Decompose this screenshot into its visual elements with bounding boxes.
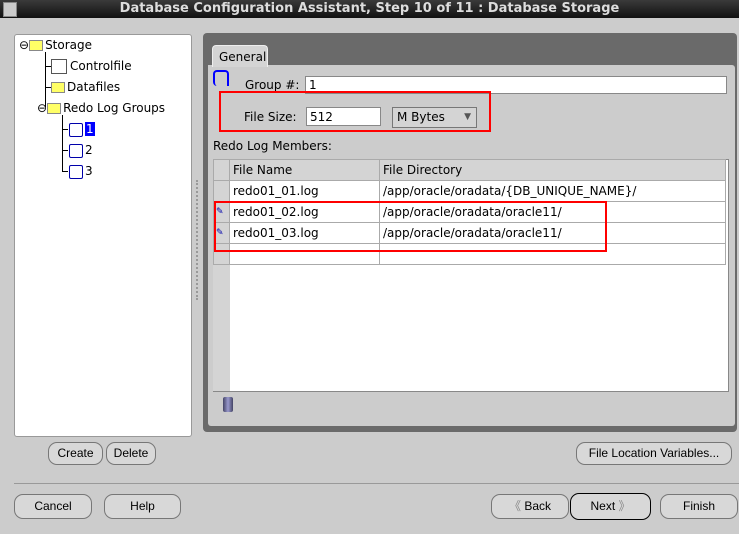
window-title: Database Configuration Assistant, Step 1… xyxy=(119,1,620,16)
file-location-variables-button[interactable]: File Location Variables... xyxy=(576,442,732,465)
members-label: Redo Log Members: xyxy=(213,139,332,153)
redo-group-icon xyxy=(69,143,83,158)
group-label: Group #: xyxy=(245,78,300,92)
collapse-icon[interactable]: ⊖ xyxy=(37,101,47,115)
tab-general[interactable]: General xyxy=(212,45,268,67)
redo-group-icon xyxy=(213,70,229,86)
tree-item-label: 2 xyxy=(85,143,93,157)
tree-item-label: Redo Log Groups xyxy=(63,101,166,115)
tree-item-storage[interactable]: ⊖ Storage xyxy=(19,37,92,53)
next-button[interactable]: Next 》 xyxy=(570,493,651,520)
cancel-button[interactable]: Cancel xyxy=(14,494,92,519)
tree-item-label: Datafiles xyxy=(67,80,121,94)
tree-item-group-2[interactable]: 2 xyxy=(69,142,93,158)
splitter-handle[interactable] xyxy=(196,180,200,300)
redo-group-icon xyxy=(69,122,83,137)
tree-item-controlfile[interactable]: Controlfile xyxy=(51,58,132,74)
column-header-file-name[interactable]: File Name xyxy=(229,159,380,181)
row-header xyxy=(213,180,230,202)
highlight-box xyxy=(214,201,607,252)
file-name-cell[interactable]: redo01_01.log xyxy=(229,180,380,202)
back-button[interactable]: 《 Back xyxy=(491,494,569,519)
chevron-right-icon: 》 xyxy=(615,499,631,513)
title-bar: Database Configuration Assistant, Step 1… xyxy=(0,0,739,18)
tree-item-datafiles[interactable]: Datafiles xyxy=(51,79,120,95)
tree-item-label: 3 xyxy=(85,164,93,178)
tree-item-group-3[interactable]: 3 xyxy=(69,163,93,179)
help-button[interactable]: Help xyxy=(104,494,181,519)
chevron-left-icon: 《 xyxy=(508,499,525,513)
tree-item-group-1[interactable]: 1 xyxy=(69,121,95,137)
back-label: Back xyxy=(524,499,552,513)
table-row[interactable]: redo01_01.log/app/oracle/oradata/{DB_UNI… xyxy=(213,180,726,202)
collapse-icon[interactable]: ⊖ xyxy=(19,38,29,52)
tree-item-redo-log-groups[interactable]: ⊖ Redo Log Groups xyxy=(37,100,165,116)
row-header-corner xyxy=(213,159,230,181)
divider xyxy=(14,483,739,484)
folder-icon xyxy=(51,82,65,93)
column-header-file-directory[interactable]: File Directory xyxy=(379,159,726,181)
folder-icon xyxy=(29,40,44,51)
redo-group-icon xyxy=(69,164,83,179)
delete-button[interactable]: Delete xyxy=(106,442,156,465)
next-label: Next xyxy=(590,499,616,513)
finish-button[interactable]: Finish xyxy=(660,494,738,519)
highlight-box xyxy=(219,91,491,132)
file-directory-cell[interactable]: /app/oracle/oradata/{DB_UNIQUE_NAME}/ xyxy=(379,180,726,202)
create-button[interactable]: Create xyxy=(48,442,103,465)
app-icon xyxy=(3,2,17,17)
trash-icon[interactable] xyxy=(223,397,233,412)
folder-icon xyxy=(47,103,62,114)
tree-item-label: Storage xyxy=(45,38,93,52)
tree-item-label: 1 xyxy=(85,122,95,136)
storage-tree[interactable]: ⊖ Storage Controlfile Datafiles ⊖ Redo Log… xyxy=(14,34,192,437)
tree-item-label: Controlfile xyxy=(70,59,132,73)
controlfile-icon xyxy=(51,59,67,74)
